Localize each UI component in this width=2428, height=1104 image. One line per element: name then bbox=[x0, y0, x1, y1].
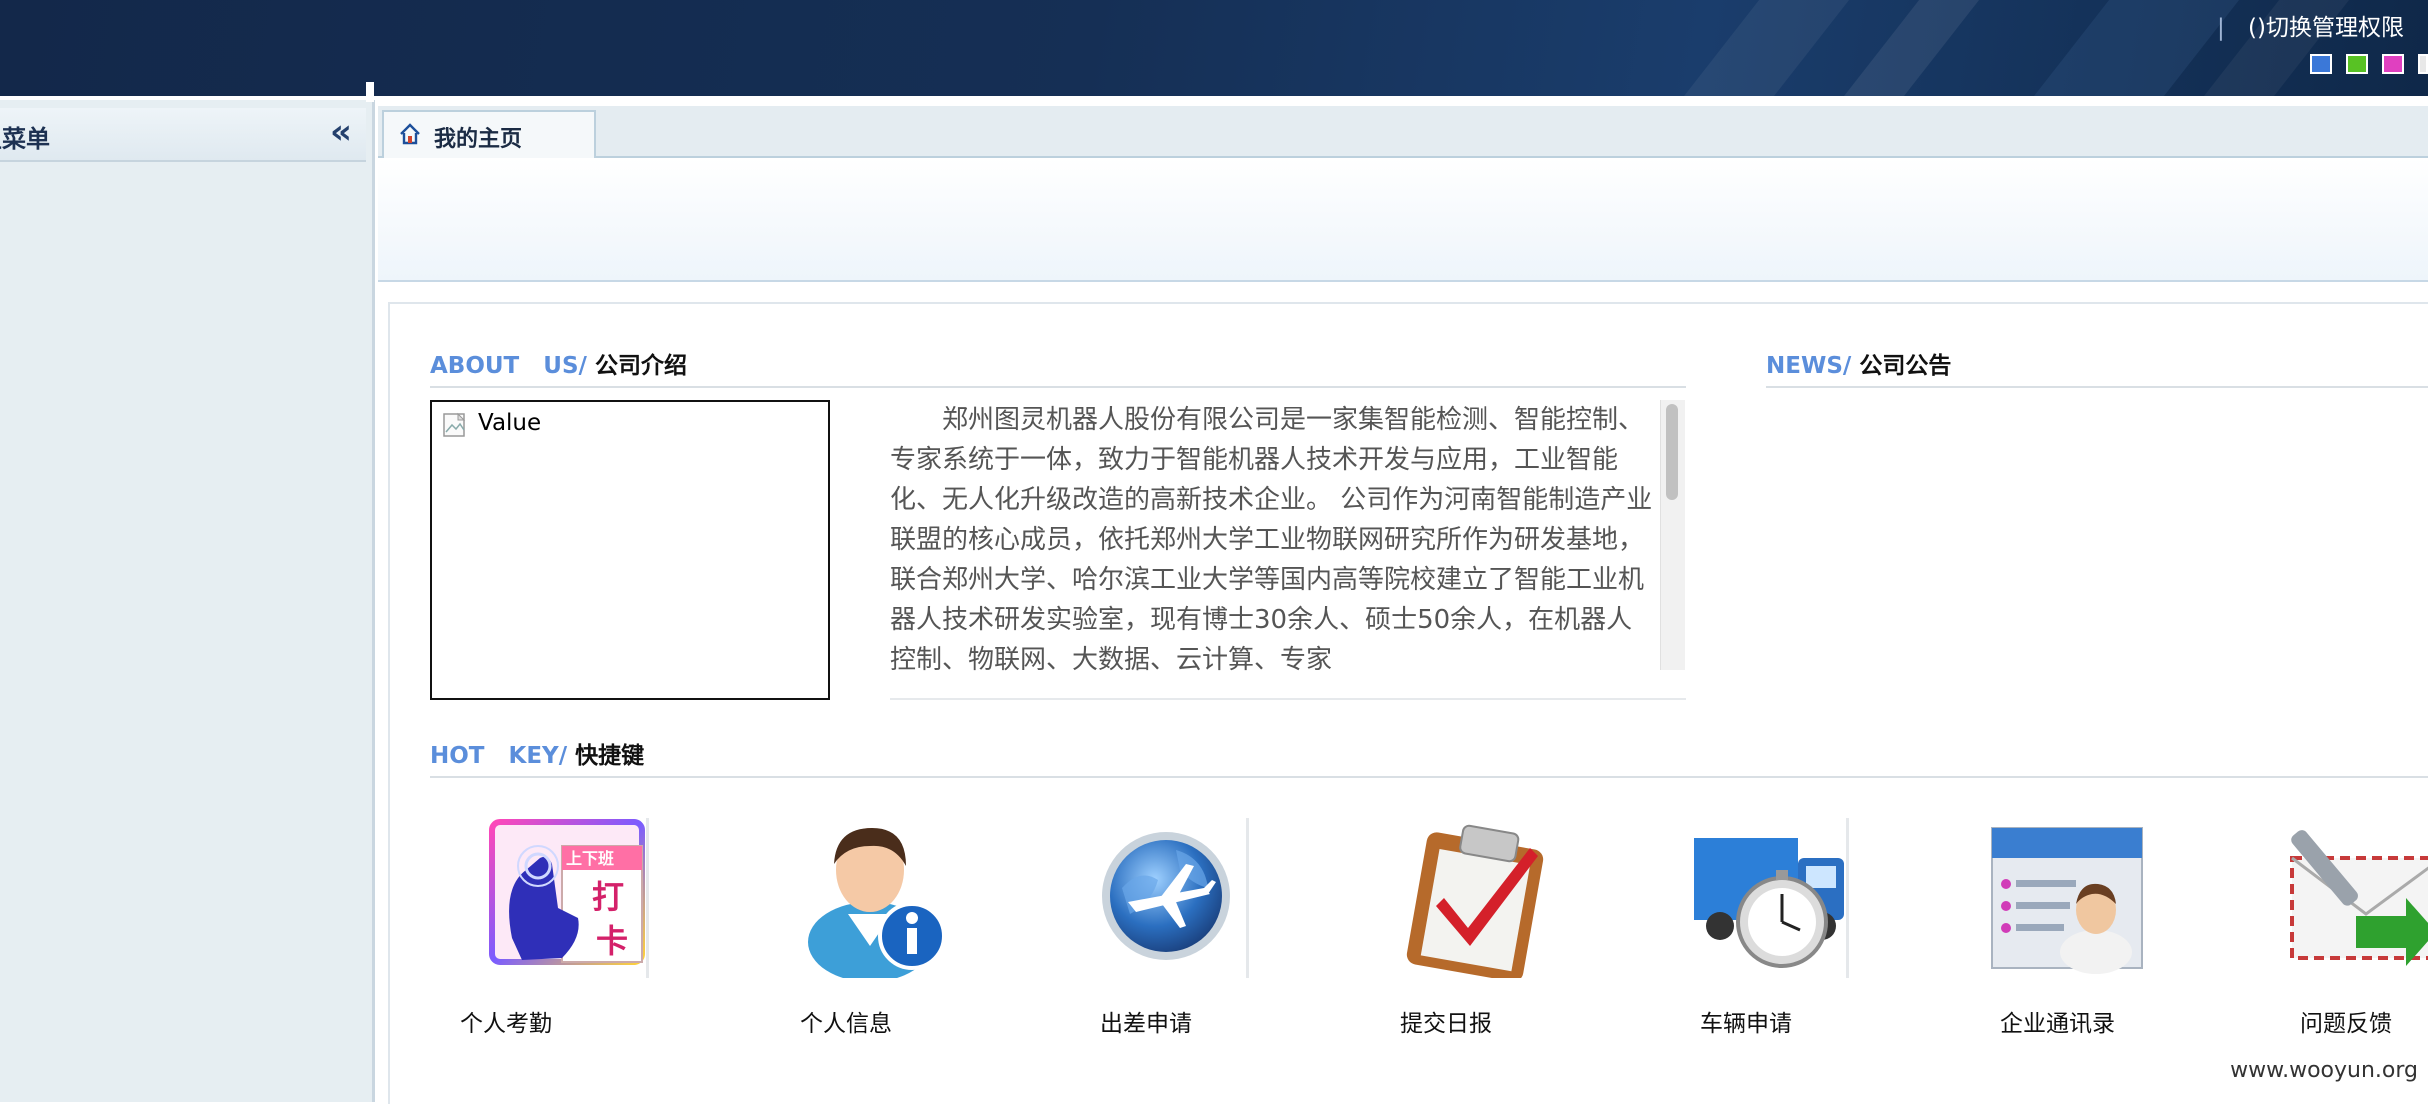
hotkey-heading-zh: 快捷键 bbox=[575, 743, 645, 769]
theme-green-button[interactable] bbox=[2346, 54, 2368, 74]
watermark: www.wooyun.org bbox=[2230, 1058, 2418, 1083]
news-heading-zh: 公司公告 bbox=[1859, 353, 1952, 379]
home-icon bbox=[400, 123, 420, 145]
sidebar-title: 主菜单 bbox=[0, 125, 50, 153]
hotkey-user-info-icon[interactable] bbox=[788, 818, 988, 1018]
about-heading: ABOUT US/ 公司介绍 bbox=[430, 346, 687, 380]
collapse-sidebar-icon[interactable]: « bbox=[330, 115, 352, 149]
top-links: | ()切换管理权限 bbox=[2217, 8, 2404, 42]
hotkey-divider bbox=[430, 776, 2428, 778]
company-image: Value bbox=[430, 400, 830, 700]
hotkey-trip-icon[interactable] bbox=[1100, 818, 1300, 1018]
about-text: 郑州图灵机器人股份有限公司是一家集智能检测、智能控制、专家系统于一体，致力于智能… bbox=[890, 405, 1653, 675]
hotkey-label[interactable]: 出差申请 bbox=[1100, 1004, 1192, 1038]
sidebar-splitter[interactable] bbox=[366, 82, 374, 102]
attendance-icon-text: 打 bbox=[592, 878, 624, 916]
user-info-icon bbox=[808, 828, 946, 982]
news-heading-en: NEWS/ bbox=[1766, 353, 1852, 379]
hotkey-separator bbox=[646, 818, 649, 978]
hotkey-feedback-icon[interactable] bbox=[2286, 818, 2428, 1018]
about-divider bbox=[430, 386, 1686, 388]
hotkey-label[interactable]: 车辆申请 bbox=[1700, 1004, 1792, 1038]
hotkey-contacts-icon[interactable] bbox=[1984, 818, 2184, 1018]
hotkey-separator bbox=[1846, 818, 1849, 978]
news-divider bbox=[1766, 386, 2428, 388]
tab-my-homepage[interactable]: 我的主页 bbox=[382, 110, 596, 158]
broken-image-icon bbox=[443, 412, 466, 437]
sidebar-header: 主菜单 « bbox=[0, 108, 366, 162]
image-alt-text: Value bbox=[478, 410, 542, 436]
banner-decoration bbox=[1665, 0, 1865, 96]
hotkey-label[interactable]: 问题反馈 bbox=[2300, 1004, 2392, 1038]
truck-stopwatch-icon bbox=[1694, 838, 1844, 968]
attendance-icon-text: 卡 bbox=[596, 922, 628, 960]
hotkey-heading-en: HOT KEY/ bbox=[430, 743, 568, 769]
globe-airplane-icon bbox=[1102, 832, 1230, 960]
hotkey-heading: HOT KEY/ 快捷键 bbox=[430, 736, 644, 770]
hotkey-separator bbox=[1246, 818, 1249, 978]
tab-label: 我的主页 bbox=[434, 127, 523, 152]
hotkey-label[interactable]: 提交日报 bbox=[1400, 1004, 1492, 1038]
news-heading: NEWS/ 公司公告 bbox=[1766, 346, 1951, 380]
hotkey-vehicle-icon[interactable] bbox=[1690, 818, 1890, 1018]
tab-strip bbox=[378, 106, 2428, 158]
mail-feedback-icon bbox=[2290, 830, 2428, 966]
about-scrollbar[interactable] bbox=[1660, 400, 1685, 670]
content-banner bbox=[378, 158, 2428, 282]
top-banner: | ()切换管理权限 bbox=[0, 0, 2428, 96]
hotkey-label[interactable]: 个人考勤 bbox=[460, 1004, 552, 1038]
about-heading-en: ABOUT US/ bbox=[430, 353, 587, 379]
theme-blue-button[interactable] bbox=[2310, 54, 2332, 74]
clipboard-check-icon bbox=[1406, 824, 1544, 982]
hotkey-attendance-icon[interactable]: 上下班 打 卡 bbox=[482, 818, 682, 1018]
banner-decoration bbox=[1825, 0, 1995, 96]
attendance-icon-text: 上下班 bbox=[566, 849, 614, 868]
top-link-separator: | bbox=[2216, 15, 2225, 41]
attendance-punch-icon: 上下班 打 卡 bbox=[489, 819, 645, 965]
hotkey-label[interactable]: 企业通讯录 bbox=[2000, 1004, 2115, 1038]
sidebar: 主菜单 « bbox=[0, 100, 375, 1102]
hotkey-daily-report-icon[interactable] bbox=[1398, 818, 1598, 1018]
theme-white-button[interactable] bbox=[2418, 54, 2428, 74]
contact-card-icon bbox=[1991, 827, 2143, 974]
about-text-container: 郑州图灵机器人股份有限公司是一家集智能检测、智能控制、专家系统于一体，致力于智能… bbox=[890, 398, 1686, 700]
theme-pink-button[interactable] bbox=[2382, 54, 2404, 74]
hotkey-label[interactable]: 个人信息 bbox=[800, 1004, 892, 1038]
theme-switcher bbox=[2310, 54, 2428, 74]
scrollbar-thumb[interactable] bbox=[1666, 404, 1678, 500]
switch-permission-link[interactable]: ()切换管理权限 bbox=[2248, 15, 2404, 41]
about-heading-zh: 公司介绍 bbox=[594, 353, 687, 379]
